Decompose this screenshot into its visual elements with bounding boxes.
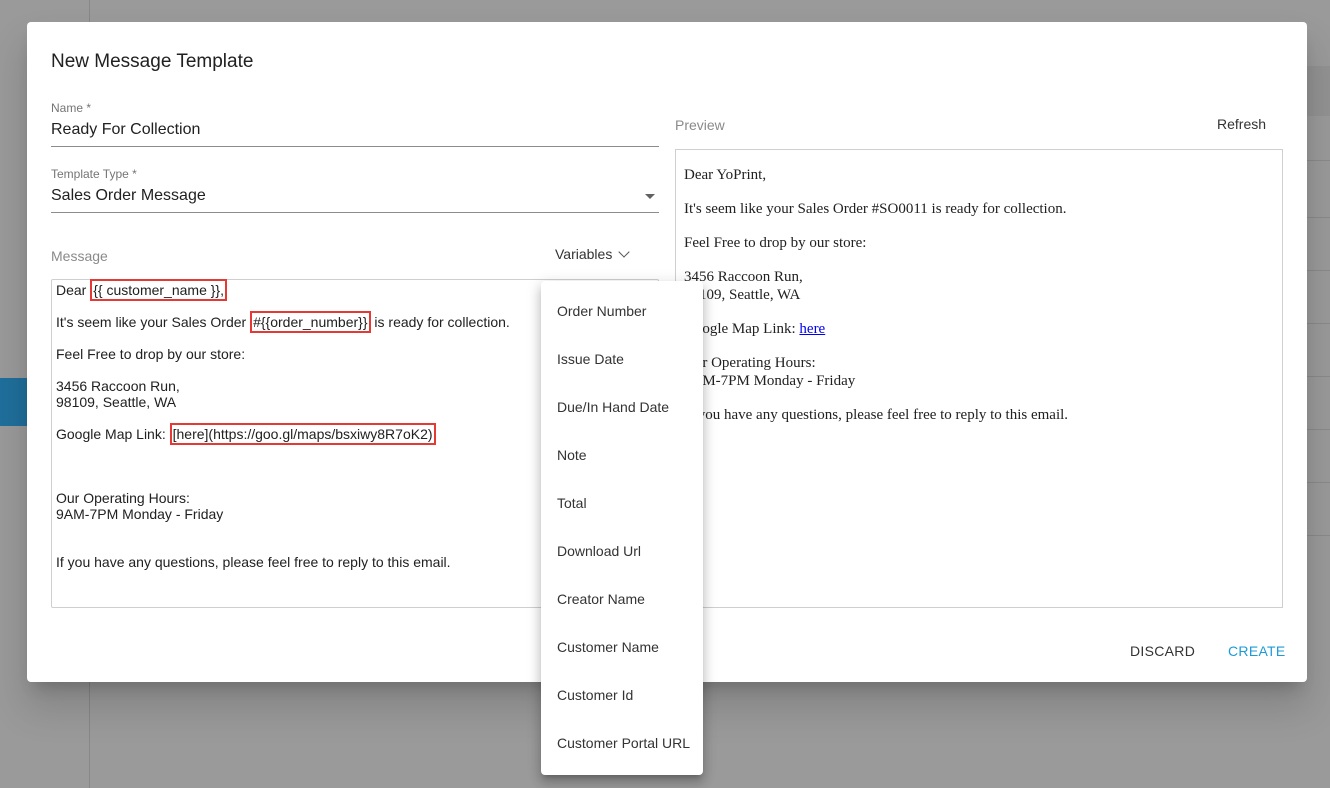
variables-menu-item[interactable]: Customer Name	[541, 623, 703, 671]
message-line: If you have any questions, please feel f…	[56, 554, 451, 570]
variables-button-label: Variables	[555, 246, 613, 262]
preview-pane: Dear YoPrint, It's seem like your Sales …	[675, 149, 1283, 608]
refresh-button[interactable]: Refresh	[1217, 116, 1266, 132]
highlighted-variable: {{ customer_name }},	[90, 279, 227, 301]
discard-button[interactable]: DISCARD	[1130, 643, 1195, 659]
message-line: Dear {{ customer_name }},	[56, 279, 227, 301]
variables-menu-item[interactable]: Download Url	[541, 527, 703, 575]
preview-map-link[interactable]: here	[799, 321, 825, 337]
background-row	[1306, 217, 1330, 265]
background-row	[1306, 323, 1330, 371]
message-line: Feel Free to drop by our store:	[56, 346, 246, 362]
message-label: Message	[51, 248, 108, 264]
name-field-label: Name *	[51, 101, 92, 115]
template-type-underline	[51, 212, 659, 213]
message-line: 98109, Seattle, WA	[56, 394, 177, 410]
background-sidebar-active-item	[0, 378, 27, 426]
variables-menu: Order Number Issue Date Due/In Hand Date…	[541, 281, 703, 775]
background-row	[1306, 535, 1330, 583]
preview-line: Feel Free to drop by our store:	[684, 235, 867, 251]
background-row	[1306, 376, 1330, 424]
variables-menu-item[interactable]: Customer Id	[541, 671, 703, 719]
chevron-down-icon	[618, 246, 630, 258]
variables-menu-item[interactable]: Creator Name	[541, 575, 703, 623]
variables-button[interactable]: Variables	[555, 246, 630, 262]
preview-line: Dear YoPrint,	[684, 167, 767, 183]
message-line: Google Map Link: [here](https://goo.gl/m…	[56, 423, 436, 445]
variables-menu-item[interactable]: Customer Portal URL	[541, 719, 703, 767]
create-button[interactable]: CREATE	[1228, 643, 1286, 659]
variables-menu-item[interactable]: Order Number	[541, 287, 703, 335]
background-row	[1306, 270, 1330, 318]
preview-line: If you have any questions, please feel f…	[684, 407, 1069, 423]
template-type-select[interactable]: Sales Order Message	[51, 187, 206, 205]
variables-menu-item[interactable]: Due/In Hand Date	[541, 383, 703, 431]
highlighted-variable: [here](https://goo.gl/maps/bsxiwy8R7oK2)	[169, 423, 436, 445]
preview-line: It's seem like your Sales Order #SO0011 …	[684, 201, 1067, 217]
dialog-title: New Message Template	[51, 51, 254, 72]
background-header-strip	[1306, 66, 1330, 116]
background-row	[1306, 429, 1330, 477]
preview-line: Our Operating Hours:	[684, 355, 816, 371]
name-field[interactable]: Ready For Collection	[51, 121, 200, 139]
message-line: Our Operating Hours:	[56, 490, 190, 506]
preview-line: Google Map Link: here	[684, 321, 826, 337]
template-type-label: Template Type *	[51, 167, 137, 181]
variables-menu-item[interactable]: Issue Date	[541, 335, 703, 383]
preview-line: 9AM-7PM Monday - Friday	[684, 373, 856, 389]
preview-label: Preview	[675, 117, 725, 133]
message-line: It's seem like your Sales Order #{{order…	[56, 311, 510, 333]
variables-menu-item[interactable]: Total	[541, 479, 703, 527]
variables-menu-item[interactable]: Note	[541, 431, 703, 479]
dropdown-arrow-icon[interactable]	[645, 194, 655, 199]
background-row	[1306, 160, 1330, 208]
name-field-underline	[51, 146, 659, 147]
background-row	[1306, 482, 1330, 530]
highlighted-variable: #{{order_number}}	[250, 311, 371, 333]
message-line: 9AM-7PM Monday - Friday	[56, 506, 224, 522]
message-line: 3456 Raccoon Run,	[56, 378, 180, 394]
